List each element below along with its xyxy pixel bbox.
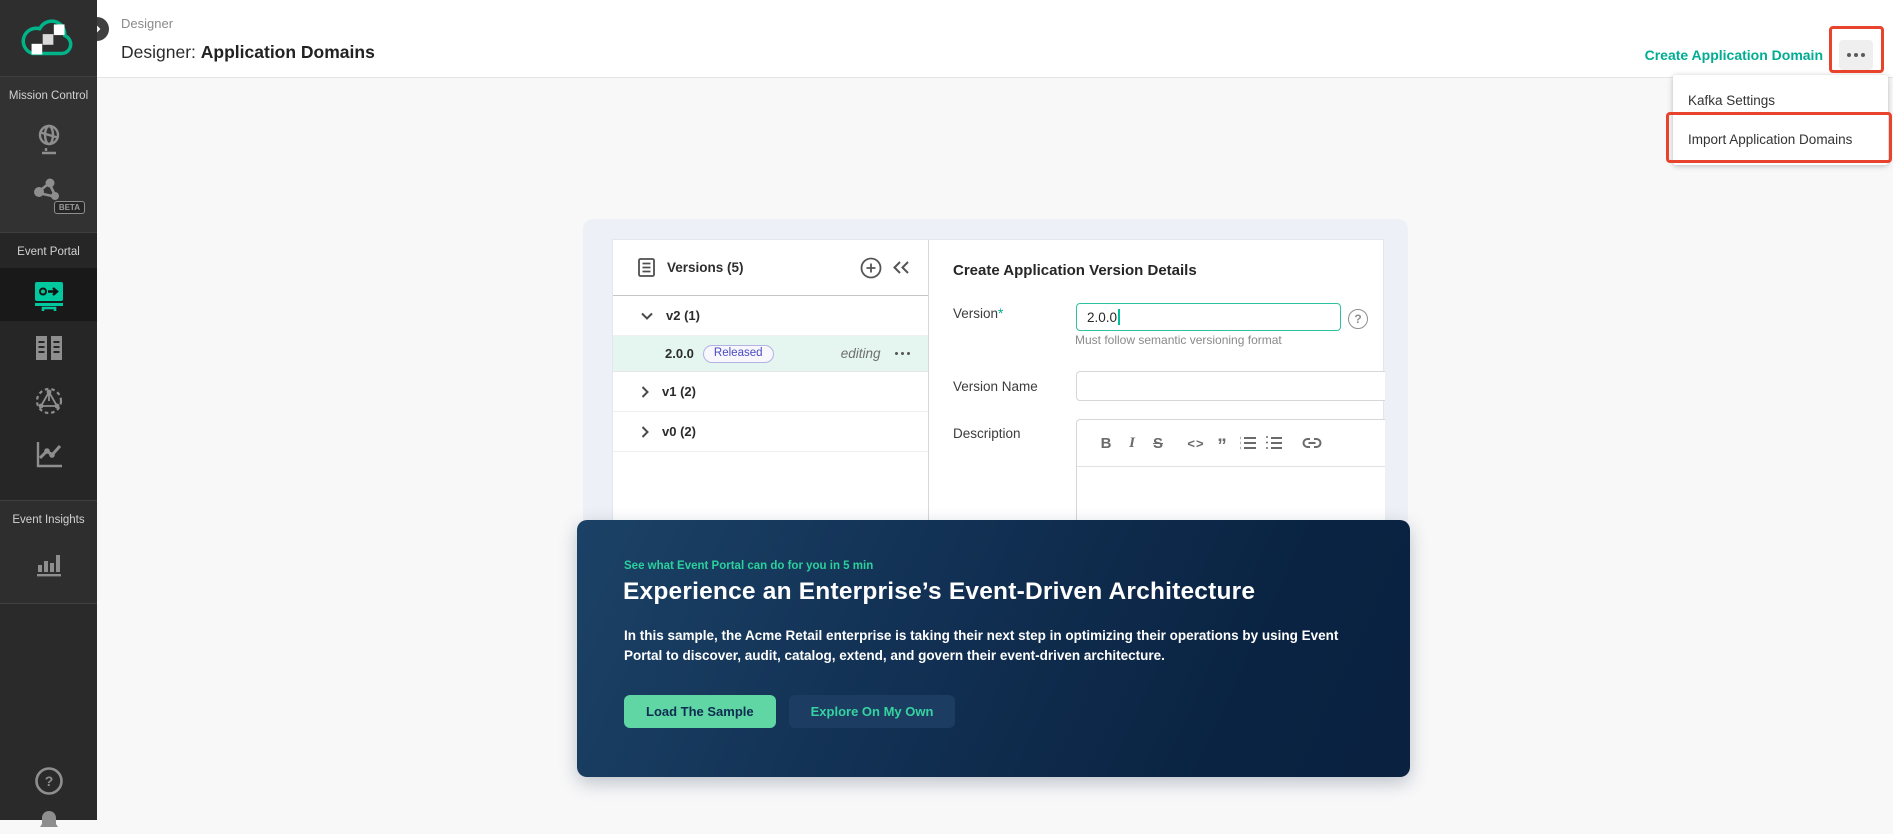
explore-on-my-own-button[interactable]: Explore On My Own (788, 695, 956, 728)
released-status-badge: Released (702, 344, 774, 363)
line-chart-icon (34, 440, 64, 468)
help-button[interactable]: ? (34, 766, 64, 796)
mission-control-label: Mission Control (8, 90, 89, 102)
svg-text:?: ? (44, 773, 53, 789)
link-button[interactable] (1299, 437, 1325, 449)
description-field-label: Description (953, 426, 1021, 441)
catalog-book-icon (34, 333, 64, 363)
sidebar-section-event-insights: Event Insights (0, 501, 97, 604)
add-version-button[interactable] (860, 257, 882, 279)
breadcrumb[interactable]: Designer (121, 16, 173, 31)
numbered-list-button[interactable] (1261, 436, 1287, 450)
chevron-right-icon (641, 385, 649, 398)
create-application-domain-button[interactable]: Create Application Domain (1645, 47, 1823, 63)
version-group-label: v0 (2) (662, 424, 696, 439)
version-panel: Versions (5) v2 (1) 2.0.0 Released editi… (612, 239, 1385, 531)
sidebar-item-event-mesh[interactable] (0, 374, 97, 427)
sidebar-item-insights[interactable] (0, 536, 97, 589)
strikethrough-button[interactable]: S (1145, 435, 1171, 452)
version-name-input[interactable] (1076, 371, 1385, 401)
event-portal-sample-banner: See what Event Portal can do for you in … (577, 520, 1410, 777)
page-title-main: Application Domains (200, 42, 375, 62)
version-group-label: v2 (1) (666, 308, 700, 323)
menu-item-kafka-settings[interactable]: Kafka Settings (1673, 81, 1888, 120)
beta-badge: BETA (53, 201, 85, 214)
more-options-menu: Kafka Settings Import Application Domain… (1673, 75, 1888, 165)
sidebar-section-event-portal: Event Portal (0, 233, 97, 501)
version-details-form: Create Application Version Details Versi… (929, 240, 1385, 531)
sidebar-item-catalog[interactable] (0, 321, 97, 374)
event-portal-label: Event Portal (17, 246, 80, 258)
version-input[interactable]: 2.0.0 (1076, 303, 1341, 331)
version-hint-text: Must follow semantic versioning format (1075, 333, 1282, 347)
rich-text-toolbar: B I S <> ” (1077, 420, 1385, 467)
mesh-globe-icon (34, 386, 64, 416)
more-options-button[interactable] (1839, 40, 1873, 70)
solace-logo[interactable] (0, 0, 97, 77)
banner-eyebrow: See what Event Portal can do for you in … (624, 560, 874, 572)
load-the-sample-button[interactable]: Load The Sample (624, 695, 776, 728)
notifications-bell-icon[interactable] (37, 808, 61, 834)
version-name-field-label: Version Name (953, 379, 1038, 394)
italic-button[interactable]: I (1119, 435, 1145, 452)
version-group-v1[interactable]: v1 (2) (613, 372, 928, 412)
banner-actions: Load The Sample Explore On My Own (624, 695, 956, 728)
banner-body-text: In this sample, the Acme Retail enterpri… (624, 628, 1339, 663)
top-header: Designer Designer: Application Domains C… (85, 0, 1893, 78)
sidebar-section-mission-control: Mission Control BETA (0, 77, 97, 233)
event-insights-label: Event Insights (12, 514, 85, 526)
page-title: Designer: Application Domains (121, 42, 375, 63)
version-help-icon[interactable]: ? (1348, 309, 1368, 329)
page-title-prefix: Designer: (121, 42, 196, 62)
globe-stand-icon (34, 123, 64, 155)
row-more-options-button[interactable] (894, 351, 910, 356)
version-row-selected[interactable]: 2.0.0 Released editing (613, 336, 928, 372)
banner-heading: Experience an Enterprise’s Event-Driven … (623, 578, 1256, 605)
sidebar-item-cluster-manager[interactable] (0, 112, 97, 165)
version-field-label: Version* (953, 306, 1004, 321)
menu-item-import-application-domains[interactable]: Import Application Domains (1673, 120, 1888, 159)
collapse-panel-button[interactable] (892, 260, 910, 275)
version-group-v2[interactable]: v2 (1) (613, 296, 928, 336)
sidebar: Mission Control BETA Event Portal Event … (0, 0, 97, 827)
sidebar-bottom: ? (0, 766, 97, 834)
required-asterisk: * (998, 306, 1004, 321)
text-cursor (1118, 309, 1120, 325)
chevron-right-icon (641, 425, 649, 438)
sidebar-item-designer[interactable] (0, 268, 97, 321)
version-number: 2.0.0 (665, 346, 694, 361)
form-title: Create Application Version Details (953, 262, 1197, 279)
code-button[interactable]: <> (1183, 436, 1209, 451)
editing-status-text: editing (840, 346, 881, 361)
designer-board-icon (32, 278, 66, 312)
version-input-value: 2.0.0 (1087, 309, 1118, 325)
versions-pane: Versions (5) v2 (1) 2.0.0 Released editi… (613, 240, 929, 530)
description-editor[interactable]: B I S <> ” (1076, 419, 1385, 531)
sidebar-item-mesh-manager[interactable]: BETA (0, 165, 97, 218)
versions-title: Versions (5) (667, 260, 744, 275)
sidebar-item-visualizer[interactable] (0, 427, 97, 480)
blockquote-button[interactable]: ” (1209, 434, 1235, 456)
version-group-v0[interactable]: v0 (2) (613, 412, 928, 452)
bullet-list-button[interactable] (1235, 436, 1261, 450)
versions-header: Versions (5) (613, 240, 928, 296)
chevron-down-icon (641, 312, 653, 320)
version-group-label: v1 (2) (662, 384, 696, 399)
document-icon (638, 258, 655, 277)
bold-button[interactable]: B (1093, 435, 1119, 452)
cloud-logo-icon (18, 13, 80, 63)
bar-chart-icon (35, 549, 63, 577)
